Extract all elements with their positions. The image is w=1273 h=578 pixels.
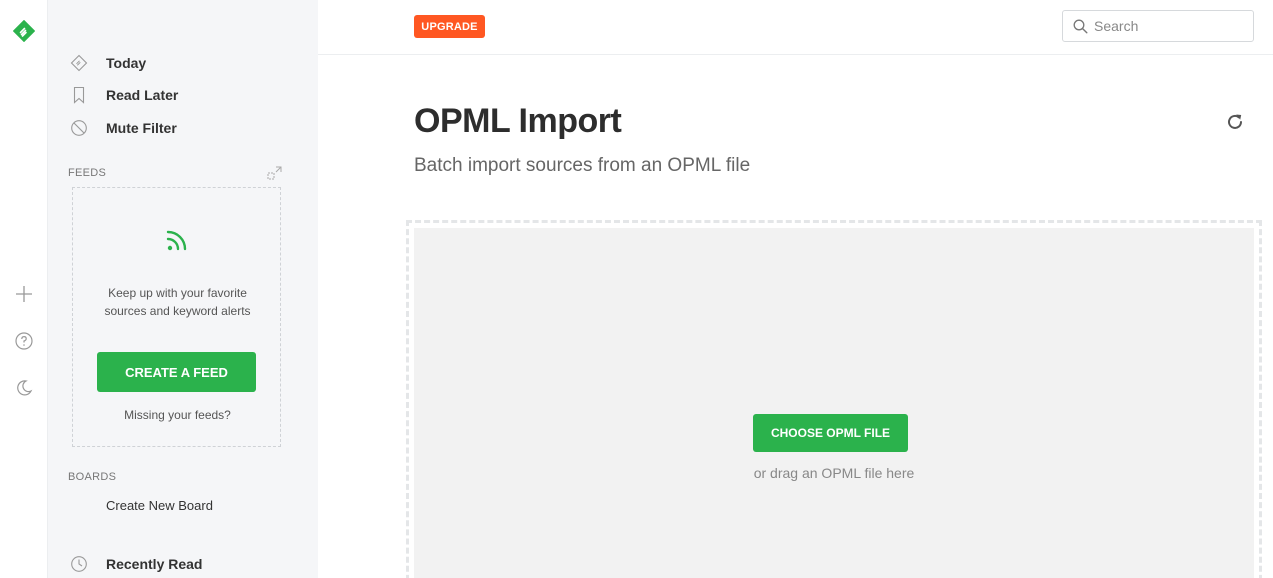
upgrade-button[interactable]: UPGRADE (414, 15, 485, 38)
clock-icon (70, 555, 88, 573)
sidebar-item-label: Read Later (106, 87, 179, 103)
search-input[interactable] (1094, 18, 1244, 34)
search-icon (1073, 19, 1088, 33)
sidebar-item-label: Recently Read (106, 556, 203, 572)
search-box[interactable] (1062, 10, 1254, 42)
feeds-description-line: Keep up with your favorite (108, 286, 247, 300)
sidebar-item-label: Mute Filter (106, 120, 177, 136)
create-new-board-link[interactable]: Create New Board (106, 498, 213, 513)
sidebar-item-today[interactable]: Today (70, 52, 146, 74)
feeds-section-title: FEEDS (68, 167, 107, 179)
plus-icon[interactable] (14, 284, 34, 304)
sidebar: Today Read Later Mute Filter FEEDS Keep … (48, 0, 318, 578)
bookmark-icon (70, 86, 88, 104)
collapse-icon[interactable] (267, 165, 283, 181)
page-subtitle: Batch import sources from an OPML file (414, 155, 751, 176)
missing-feeds-link[interactable]: Missing your feeds? (73, 408, 282, 422)
create-feed-button[interactable]: CREATE A FEED (97, 352, 256, 392)
left-rail (0, 0, 48, 578)
opml-drop-zone[interactable] (414, 228, 1254, 578)
boards-section-title: BOARDS (68, 471, 117, 483)
sidebar-item-recently-read[interactable]: Recently Read (70, 553, 202, 575)
feeds-empty-state: Keep up with your favorite sources and k… (72, 187, 281, 447)
rss-icon (166, 230, 187, 251)
today-icon (70, 54, 88, 72)
feeds-description: Keep up with your favorite sources and k… (73, 284, 282, 320)
page-title: OPML Import (414, 102, 622, 140)
feeds-description-line: sources and keyword alerts (104, 304, 251, 318)
sidebar-item-label: Today (106, 55, 147, 71)
sidebar-item-read-later[interactable]: Read Later (70, 84, 178, 106)
refresh-icon[interactable] (1225, 112, 1245, 132)
mute-icon (70, 119, 88, 137)
top-bar: UPGRADE (318, 0, 1273, 55)
drag-hint: or drag an OPML file here (753, 465, 915, 481)
feedly-logo[interactable] (12, 19, 36, 43)
sidebar-item-mute-filter[interactable]: Mute Filter (70, 117, 177, 139)
moon-icon[interactable] (14, 378, 34, 398)
choose-opml-file-button[interactable]: CHOOSE OPML FILE (753, 414, 908, 452)
help-icon[interactable] (14, 331, 34, 351)
